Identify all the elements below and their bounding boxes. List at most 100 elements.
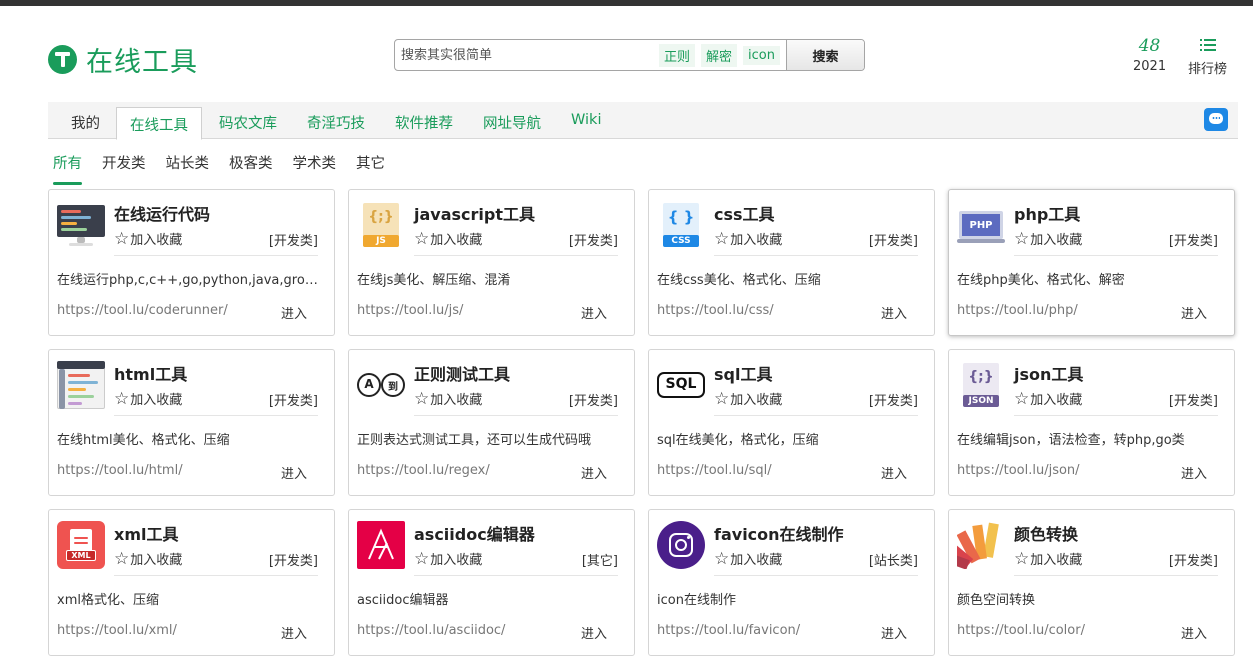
favorite-button[interactable]: ☆ 加入收藏	[414, 549, 482, 568]
logo-text: 在线工具	[86, 47, 198, 78]
favorite-button[interactable]: ☆ 加入收藏	[1014, 389, 1082, 408]
filter-other[interactable]: 其它	[356, 152, 385, 179]
tool-card[interactable]: {;} JSON json工具 ☆ 加入收藏 [开发类] 在线编辑json，语法检…	[948, 349, 1235, 496]
ranking-link[interactable]: 排行榜	[1188, 36, 1227, 77]
tool-url[interactable]: https://tool.lu/html/	[57, 463, 183, 478]
tool-title: javascript工具	[414, 205, 535, 224]
year-stat[interactable]: 48 2021	[1133, 36, 1166, 74]
tool-card[interactable]: asciidoc编辑器 ☆ 加入收藏 [其它] asciidoc编辑器 https…	[348, 509, 635, 656]
tool-url[interactable]: https://tool.lu/css/	[657, 303, 774, 318]
enter-link[interactable]: 进入	[281, 463, 307, 482]
tool-card[interactable]: XML xml工具 ☆ 加入收藏 [开发类] xml格式化、压缩 https://…	[48, 509, 335, 656]
tool-title: 正则测试工具	[414, 365, 511, 384]
nav-tab-navigation[interactable]: 网址导航	[483, 112, 541, 133]
tool-card[interactable]: 在线运行代码 ☆ 加入收藏 [开发类] 在线运行php,c,c++,go,pyth…	[48, 189, 335, 336]
star-icon: ☆	[1014, 548, 1030, 569]
tool-title: 在线运行代码	[114, 205, 211, 224]
favorite-button[interactable]: ☆ 加入收藏	[714, 389, 782, 408]
color-palette-icon	[957, 521, 1005, 569]
list-icon	[1199, 38, 1216, 54]
tool-card[interactable]: PHP php工具 ☆ 加入收藏 [开发类] 在线php美化、格式化、解密 htt…	[948, 189, 1235, 336]
tool-url[interactable]: https://tool.lu/coderunner/	[57, 303, 228, 318]
star-icon: ☆	[714, 228, 730, 249]
nav-tab-mine[interactable]: 我的	[71, 112, 100, 133]
css-file-icon: { } CSS	[657, 201, 705, 249]
tool-url[interactable]: https://tool.lu/asciidoc/	[357, 623, 505, 638]
tool-card[interactable]: {;} JS javascript工具 ☆ 加入收藏 [开发类] 在线js美化、解…	[348, 189, 635, 336]
enter-link[interactable]: 进入	[1181, 623, 1207, 642]
enter-link[interactable]: 进入	[581, 463, 607, 482]
tool-description: 在线js美化、解压缩、混淆	[357, 273, 511, 288]
favorite-button[interactable]: ☆ 加入收藏	[1014, 229, 1082, 248]
nav-tab-online-tools[interactable]: 在线工具	[116, 107, 202, 140]
nav-tab-library[interactable]: 码农文库	[219, 112, 277, 133]
sql-icon: SQL	[657, 361, 705, 409]
favorite-button[interactable]: ☆ 加入收藏	[114, 229, 182, 248]
tool-card[interactable]: favicon在线制作 ☆ 加入收藏 [站长类] icon在线制作 https:/…	[648, 509, 935, 656]
star-icon: ☆	[714, 548, 730, 569]
tool-url[interactable]: https://tool.lu/sql/	[657, 463, 772, 478]
tool-card[interactable]: { } CSS css工具 ☆ 加入收藏 [开发类] 在线css美化、格式化、压缩…	[648, 189, 935, 336]
favorite-button[interactable]: ☆ 加入收藏	[114, 549, 182, 568]
nav-tab-tricks[interactable]: 奇淫巧技	[307, 112, 365, 133]
star-icon: ☆	[414, 228, 430, 249]
tool-url[interactable]: https://tool.lu/js/	[357, 303, 463, 318]
search-input[interactable]	[395, 40, 660, 70]
tool-url[interactable]: https://tool.lu/xml/	[57, 623, 177, 638]
xml-file-icon: XML	[57, 521, 105, 569]
enter-link[interactable]: 进入	[881, 623, 907, 642]
tool-card[interactable]: html工具 ☆ 加入收藏 [开发类] 在线html美化、格式化、压缩 https…	[48, 349, 335, 496]
js-file-icon: {;} JS	[357, 201, 405, 249]
tool-url[interactable]: https://tool.lu/color/	[957, 623, 1085, 638]
main-nav: 我的 在线工具 码农文库 奇淫巧技 软件推荐 网址导航 Wiki	[48, 102, 1238, 140]
tool-description: 颜色空间转换	[957, 593, 1036, 608]
filter-webmaster[interactable]: 站长类	[166, 152, 210, 179]
favorite-button[interactable]: ☆ 加入收藏	[714, 229, 782, 248]
enter-link[interactable]: 进入	[1181, 303, 1207, 322]
tool-url[interactable]: https://tool.lu/regex/	[357, 463, 490, 478]
search-tag-decrypt[interactable]: 解密	[701, 43, 738, 67]
search-button[interactable]: 搜索	[786, 40, 864, 70]
tool-card[interactable]: 颜色转换 ☆ 加入收藏 [开发类] 颜色空间转换 https://tool.lu/…	[948, 509, 1235, 656]
tool-title: css工具	[714, 205, 775, 224]
enter-link[interactable]: 进入	[881, 463, 907, 482]
tool-card[interactable]: SQL sql工具 ☆ 加入收藏 [开发类] sql在线美化，格式化，压缩 htt…	[648, 349, 935, 496]
tool-description: 在线html美化、格式化、压缩	[57, 433, 230, 448]
enter-link[interactable]: 进入	[281, 303, 307, 322]
tool-title: json工具	[1014, 365, 1084, 384]
filter-dev[interactable]: 开发类	[102, 152, 146, 179]
nav-tab-software[interactable]: 软件推荐	[395, 112, 453, 133]
tool-url[interactable]: https://tool.lu/json/	[957, 463, 1080, 478]
favorite-button[interactable]: ☆ 加入收藏	[1014, 549, 1082, 568]
enter-link[interactable]: 进入	[881, 303, 907, 322]
nav-tab-wiki[interactable]: Wiki	[571, 112, 601, 128]
chat-button[interactable]	[1204, 108, 1228, 131]
enter-link[interactable]: 进入	[281, 623, 307, 642]
favorite-button[interactable]: ☆ 加入收藏	[414, 229, 482, 248]
tool-category: [开发类]	[268, 234, 318, 249]
enter-link[interactable]: 进入	[1181, 463, 1207, 482]
tool-description: xml格式化、压缩	[57, 593, 159, 608]
favorite-button[interactable]: ☆ 加入收藏	[114, 389, 182, 408]
star-icon: ☆	[414, 548, 430, 569]
tool-card[interactable]: A 到 正则测试工具 ☆ 加入收藏 [开发类] 正则表达式测试工具，还可以生成代码…	[348, 349, 635, 496]
filter-geek[interactable]: 极客类	[229, 152, 273, 179]
filter-academic[interactable]: 学术类	[293, 152, 337, 179]
filter-all[interactable]: 所有	[53, 152, 82, 185]
code-editor-icon	[57, 201, 105, 249]
search-tag-icon[interactable]: icon	[743, 45, 780, 65]
tool-url[interactable]: https://tool.lu/favicon/	[657, 623, 800, 638]
favorite-button[interactable]: ☆ 加入收藏	[414, 389, 482, 408]
star-icon: ☆	[714, 388, 730, 409]
enter-link[interactable]: 进入	[581, 303, 607, 322]
tool-description: asciidoc编辑器	[357, 593, 449, 608]
favorite-button[interactable]: ☆ 加入收藏	[714, 549, 782, 568]
php-laptop-icon: PHP	[957, 201, 1005, 249]
site-logo[interactable]: 在线工具	[48, 40, 198, 79]
tool-url[interactable]: https://tool.lu/php/	[957, 303, 1078, 318]
enter-link[interactable]: 进入	[581, 623, 607, 642]
search-tag-regex[interactable]: 正则	[659, 43, 696, 67]
tool-title: php工具	[1014, 205, 1081, 224]
asciidoc-icon	[357, 521, 405, 569]
tool-title: sql工具	[714, 365, 773, 384]
